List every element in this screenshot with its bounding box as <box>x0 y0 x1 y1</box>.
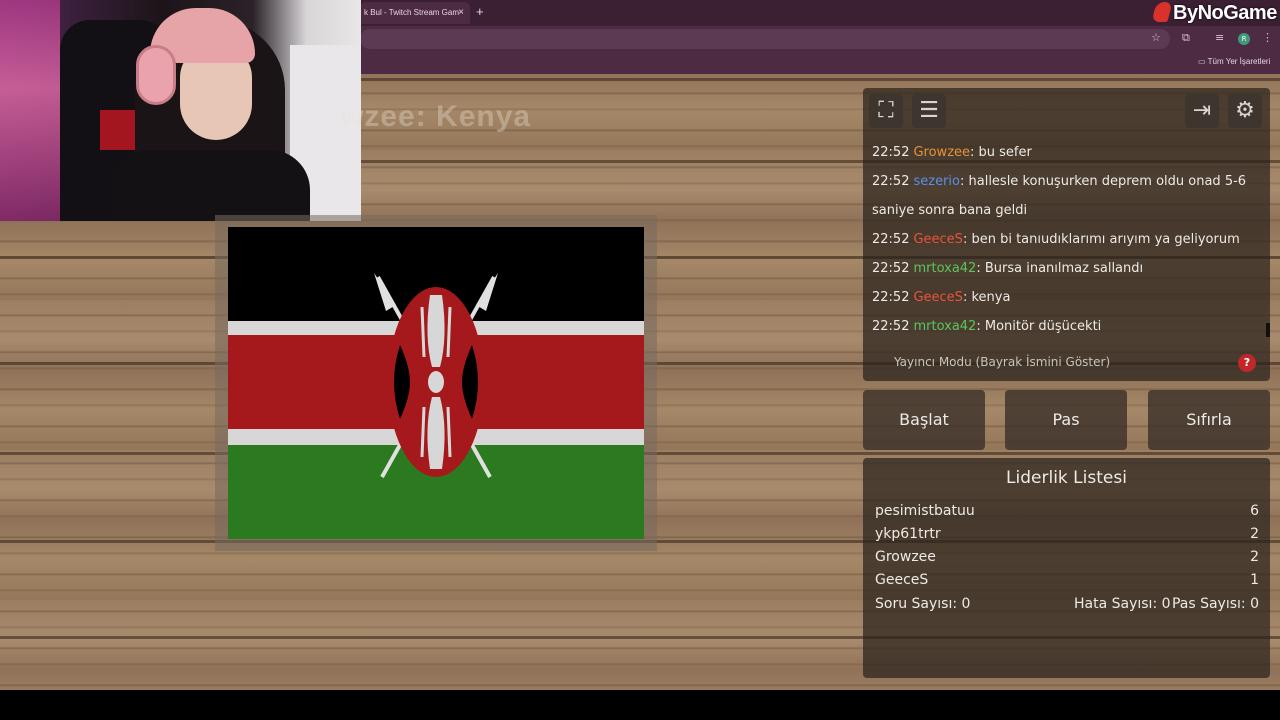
answer-reveal-text: wzee: Kenya <box>340 100 532 133</box>
chat-text: : kenya <box>962 290 1011 305</box>
fullscreen-icon[interactable]: ⛶ <box>869 94 903 128</box>
browser-tab-title: k Bul - Twitch Stream Gam <box>364 8 459 17</box>
player-score: 2 <box>1250 549 1259 565</box>
gear-icon[interactable]: ⚙ <box>1228 94 1262 128</box>
chat-message: 22:52 mrtoxa42: Monitör düşücekti <box>872 312 1264 334</box>
player-score: 2 <box>1250 526 1259 542</box>
chat-timestamp: 22:52 <box>872 145 910 160</box>
chat-text: : bu sefer <box>970 145 1032 160</box>
player-name: GeeceS <box>875 572 929 588</box>
start-button[interactable]: Başlat <box>863 390 985 450</box>
folder-icon: ▭ <box>1198 57 1208 66</box>
chat-timestamp: 22:52 <box>872 261 910 276</box>
letterbox-bar <box>0 690 1280 720</box>
leaderboard-panel <box>863 458 1270 678</box>
exit-icon[interactable]: ⇥ <box>1185 94 1219 128</box>
chat-text: : ben bi tanıudıklarımı arıyım ya geliyo… <box>962 232 1240 247</box>
extensions-icon[interactable]: ⧉ <box>1182 31 1190 45</box>
chat-timestamp: 22:52 <box>872 174 910 189</box>
bookmarks-folder-label: Tüm Yer İşaretleri <box>1207 57 1271 66</box>
chat-message: 22:52 Growzee: bu sefer <box>872 138 1264 167</box>
bookmark-star-icon[interactable]: ☆ <box>1151 31 1161 44</box>
webcam-overlay <box>0 0 361 221</box>
profile-avatar[interactable]: R <box>1238 33 1250 45</box>
chat-username[interactable]: Growzee <box>913 145 970 160</box>
bookmarks-bar <box>360 52 1280 74</box>
pass-count: Pas Sayısı: 0 <box>1171 596 1259 612</box>
help-button[interactable]: ? <box>1238 354 1256 372</box>
chat-message: 22:52 GeeceS: kenya <box>872 283 1264 312</box>
chat-scrollbar[interactable] <box>1266 323 1270 337</box>
reset-button[interactable]: Sıfırla <box>1148 390 1270 450</box>
player-score: 6 <box>1250 503 1259 519</box>
chat-timestamp: 22:52 <box>872 319 910 334</box>
kenya-flag <box>228 227 644 539</box>
chat-username[interactable]: mrtoxa42 <box>913 261 976 276</box>
error-count: Hata Sayısı: 0 <box>1074 596 1171 612</box>
streamer-mode-toggle[interactable]: Yayıncı Modu (Bayrak İsmini Göster) <box>894 355 1110 369</box>
watermark-logo: ByNoGame <box>1151 2 1277 25</box>
logo-mark-icon <box>1151 2 1173 22</box>
question-count: Soru Sayısı: 0 <box>875 596 971 612</box>
address-bar[interactable] <box>360 29 1170 49</box>
chat-message: 22:52 sezerio: hallesle konuşurken deprem… <box>872 167 1264 225</box>
player-name: pesimistbatuu <box>875 503 975 519</box>
chat-username[interactable]: sezerio <box>913 174 960 189</box>
chat-text: : Bursa inanılmaz sallandı <box>976 261 1144 276</box>
chat-timestamp: 22:52 <box>872 232 910 247</box>
menu-icon[interactable]: ⋮ <box>1262 31 1273 44</box>
player-name: Growzee <box>875 549 936 565</box>
bookmarks-folder[interactable]: ▭ Tüm Yer İşaretleri <box>1198 57 1270 66</box>
browser-tab[interactable]: k Bul - Twitch Stream Gam × <box>360 2 470 24</box>
chat-message: 22:52 GeeceS: ben bi tanıudıklarımı arıyı… <box>872 225 1264 254</box>
leaderboard-title: Liderlik Listesi <box>1006 468 1127 488</box>
new-tab-button[interactable]: + <box>476 4 484 19</box>
player-score: 1 <box>1250 572 1259 588</box>
notes-icon[interactable]: ☰ <box>912 94 946 128</box>
browser-tab-strip <box>360 0 1280 26</box>
chat-username[interactable]: GeeceS <box>913 232 962 247</box>
watermark-text: ByNoGame <box>1173 2 1277 24</box>
chat-username[interactable]: mrtoxa42 <box>913 319 976 334</box>
chat-text: : Monitör düşücekti <box>976 319 1102 334</box>
player-name: ykp61trtr <box>875 526 941 542</box>
pass-button[interactable]: Pas <box>1005 390 1127 450</box>
chat-message: 22:52 mrtoxa42: Bursa inanılmaz sallandı <box>872 254 1264 283</box>
tab-close-icon[interactable]: × <box>458 7 464 18</box>
chat-username[interactable]: GeeceS <box>913 290 962 305</box>
media-icon[interactable]: ≡ <box>1215 31 1224 44</box>
chat-timestamp: 22:52 <box>872 290 910 305</box>
chat-log: 22:52 Growzee: bu sefer 22:52 sezerio: hall… <box>872 138 1264 334</box>
